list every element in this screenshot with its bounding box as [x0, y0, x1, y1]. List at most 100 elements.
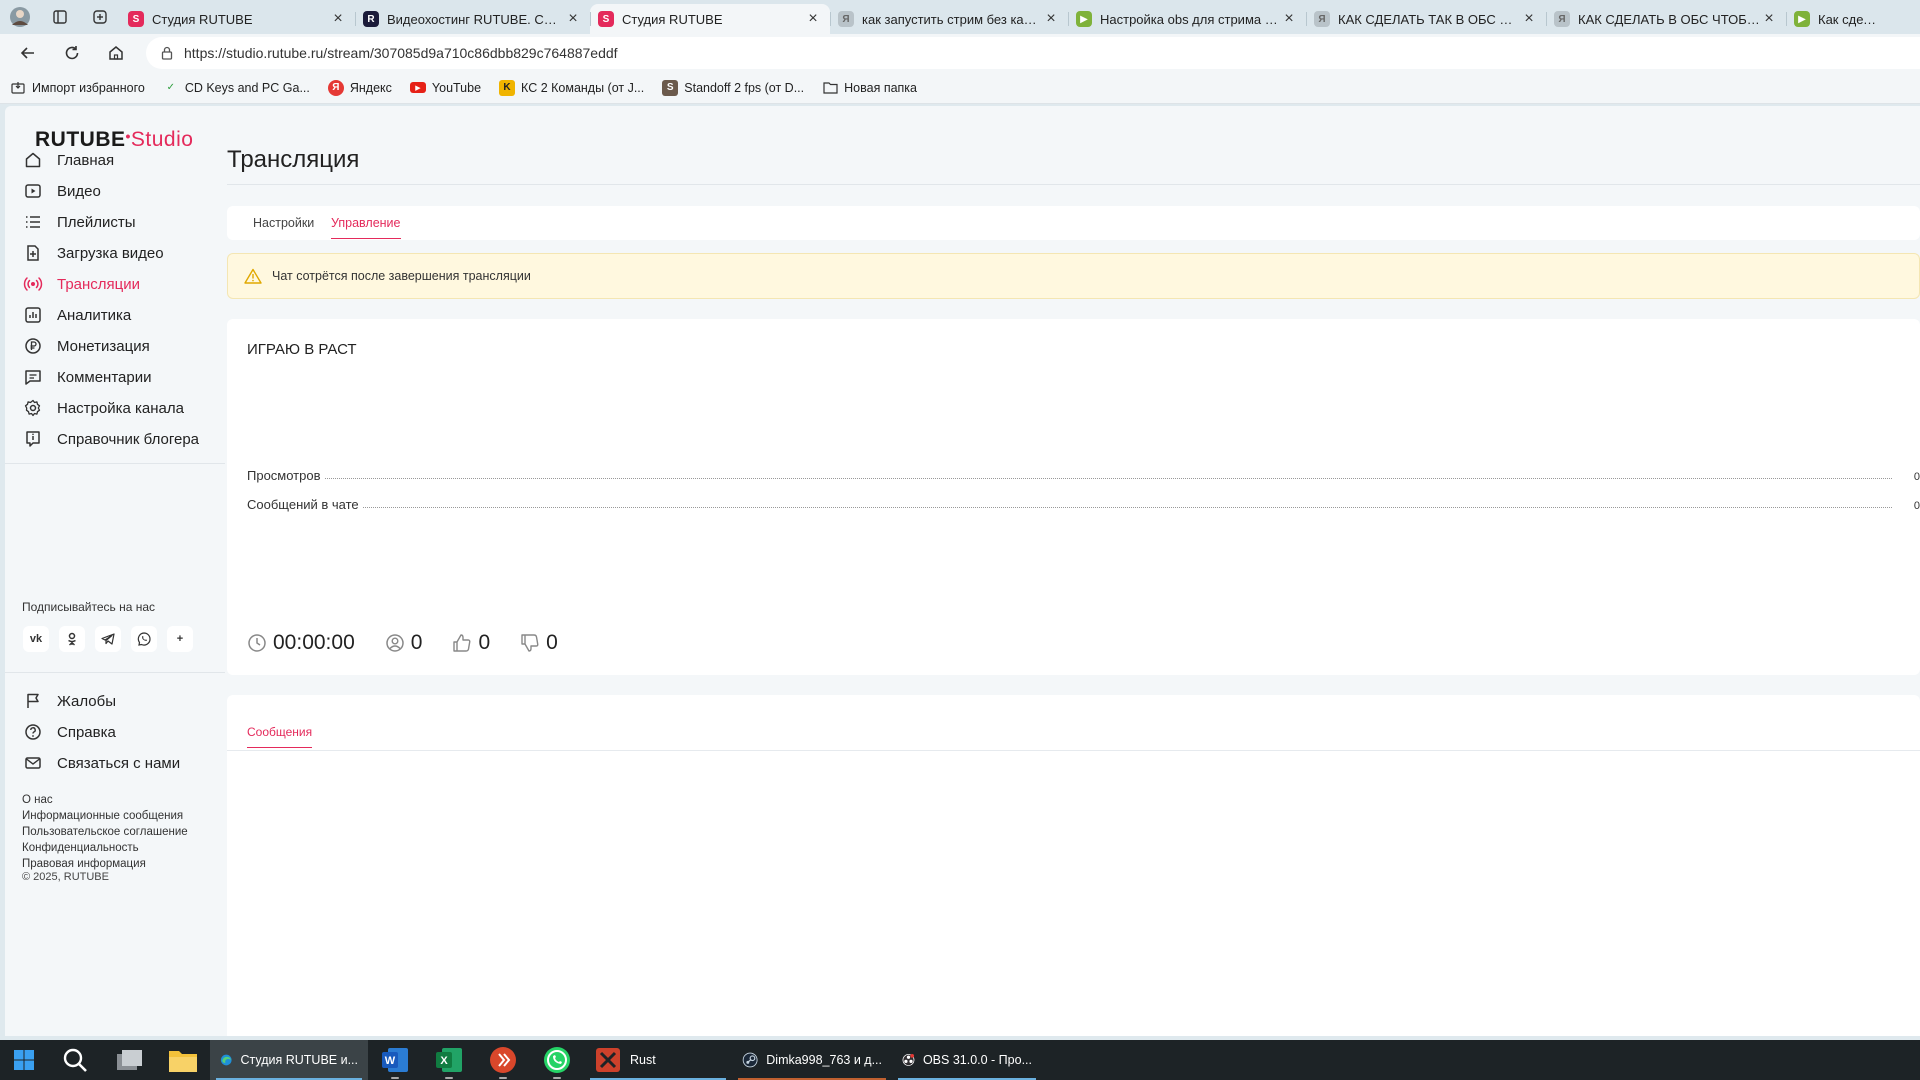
sidebar-item-playlists[interactable]: Плейлисты [23, 207, 136, 237]
whatsapp-button[interactable] [530, 1040, 584, 1080]
sidebar-item-contact[interactable]: Связаться с нами [23, 748, 180, 778]
viber-icon[interactable] [131, 626, 157, 652]
footer-link-about[interactable]: О нас [22, 792, 188, 808]
warning-icon [244, 268, 262, 284]
address-bar: https://studio.rutube.ru/stream/307085d9… [0, 34, 1920, 72]
start-button[interactable] [0, 1040, 48, 1080]
word-button[interactable]: W [368, 1040, 422, 1080]
search-icon [63, 1048, 87, 1072]
footer-link-legal[interactable]: Правовая информация [22, 856, 188, 872]
bookmark-yandex[interactable]: Я Яндекс [327, 79, 392, 96]
footer-links: О нас Информационные сообщения Пользоват… [22, 792, 188, 872]
thumbs-up-icon [452, 633, 472, 653]
word-icon: W [382, 1048, 408, 1072]
browser-tab-active[interactable]: S Студия RUTUBE × [590, 4, 830, 34]
sidebar-item-analytics[interactable]: Аналитика [23, 300, 131, 330]
vk-icon[interactable]: vk [23, 626, 49, 652]
reload-button[interactable] [50, 34, 94, 72]
footer-link-privacy[interactable]: Конфиденциальность [22, 840, 188, 856]
browser-tab[interactable]: R Видеохостинг RUTUBE. Смотрит × [355, 4, 590, 34]
sidebar-item-home[interactable]: Главная [23, 145, 114, 175]
studio-page: RUTUBE•Studio Главная Видео Плейлисты За… [5, 106, 1920, 1036]
excel-button[interactable]: X [422, 1040, 476, 1080]
sidebar-item-upload[interactable]: Загрузка видео [23, 238, 164, 268]
info-icon [23, 429, 43, 449]
stream-title: ИГРАЮ В РАСТ [247, 341, 357, 358]
comment-icon [23, 367, 43, 387]
taskbar-rust-window[interactable]: Rust [584, 1040, 732, 1080]
url-field[interactable]: https://studio.rutube.ru/stream/307085d9… [146, 37, 1920, 69]
yandex-favicon-icon: Я [1314, 11, 1330, 27]
stat-views: Просмотров 0 [247, 465, 1920, 483]
taskbar-obs-window[interactable]: OBS 31.0.0 - Про... [892, 1040, 1042, 1080]
browser-tab[interactable]: Я как запустить стрим без камеры × [830, 4, 1068, 34]
title-divider [227, 184, 1920, 185]
sidebar-item-channel-settings[interactable]: Настройка канала [23, 393, 184, 423]
browser-tab[interactable]: Я КАК СДЕЛАТЬ ТАК В ОБС ЧТОБ × [1306, 4, 1546, 34]
url-text[interactable]: https://studio.rutube.ru/stream/307085d9… [184, 45, 618, 61]
stream-info-card: ИГРАЮ В РАСТ Просмотров 0 Сообщений в ча… [227, 319, 1920, 675]
new-tab-group-icon[interactable] [80, 0, 120, 34]
close-tab-icon[interactable]: × [564, 10, 582, 28]
back-button[interactable] [6, 34, 50, 72]
close-tab-icon[interactable]: × [1042, 10, 1060, 28]
social-links: vk + [23, 626, 203, 652]
browser-tab[interactable]: S Студия RUTUBE × [120, 4, 355, 34]
sidebar-item-comments[interactable]: Комментарии [23, 362, 151, 392]
taskbar-steam-window[interactable]: Dimka998_763 и д... [732, 1040, 892, 1080]
bookmark-youtube[interactable]: ▶ YouTube [409, 81, 481, 95]
task-view-button[interactable] [102, 1040, 156, 1080]
sidebar-item-help[interactable]: Справка [23, 717, 116, 747]
bookmark-folder[interactable]: Новая папка [822, 80, 917, 96]
close-tab-icon[interactable]: × [1520, 10, 1538, 28]
list-icon [23, 212, 43, 232]
search-button[interactable] [48, 1040, 102, 1080]
browser-tab[interactable]: ▶ Настройка obs для стрима на ру × [1068, 4, 1306, 34]
close-tab-icon[interactable]: × [1760, 10, 1778, 28]
sidebar-item-streams[interactable]: Трансляции [23, 269, 140, 299]
close-tab-icon[interactable]: × [329, 10, 347, 28]
youtube-icon: ▶ [409, 82, 426, 93]
chat-warning-alert: Чат сотрётся после завершения трансляции [227, 253, 1920, 299]
stream-dislikes: 0 [520, 631, 558, 655]
mail-icon [23, 753, 43, 773]
tab-control[interactable]: Управление [331, 216, 401, 239]
ok-icon[interactable] [59, 626, 85, 652]
stream-timer: 00:00:00 [247, 631, 355, 655]
sidebar-item-complaints[interactable]: Жалобы [23, 686, 116, 716]
windows-taskbar: Студия RUTUBE и... W X Rust Dimka998_763… [0, 1040, 1920, 1080]
anydesk-button[interactable] [476, 1040, 530, 1080]
bookmark-standoff[interactable]: S Standoff 2 fps (от D... [662, 79, 804, 96]
tab-messages[interactable]: Сообщения [247, 725, 313, 748]
sidebar: RUTUBE•Studio Главная Видео Плейлисты За… [5, 106, 225, 1036]
tab-settings[interactable]: Настройки [253, 216, 314, 238]
stat-views-label: Просмотров [247, 468, 321, 483]
video-icon [23, 181, 43, 201]
bookmarks-bar: Импорт избранного ✓ CD Keys and PC Ga...… [0, 72, 1920, 104]
close-tab-icon[interactable]: × [804, 10, 822, 28]
obs-icon [902, 1053, 915, 1066]
sidebar-item-video[interactable]: Видео [23, 176, 101, 206]
bookmark-import[interactable]: Импорт избранного [10, 80, 145, 96]
sidebar-item-monetization[interactable]: Монетизация [23, 331, 150, 361]
telegram-icon[interactable] [95, 626, 121, 652]
tab-actions-icon[interactable] [40, 0, 80, 34]
footer-link-news[interactable]: Информационные сообщения [22, 808, 188, 824]
remote-app-icon [490, 1047, 516, 1073]
yandex-icon: Я [327, 79, 344, 96]
browser-tab[interactable]: Я КАК СДЕЛАТЬ В ОБС ЧТОБЫ НЕ × [1546, 4, 1786, 34]
bookmark-cs2[interactable]: K КС 2 Команды (от J... [499, 79, 644, 96]
footer-link-terms[interactable]: Пользовательское соглашение [22, 824, 188, 840]
home-button[interactable] [94, 34, 138, 72]
taskbar-edge-window[interactable]: Студия RUTUBE и... [210, 1040, 368, 1080]
main-content: Трансляция Настройки Управление Чат сотр… [227, 106, 1920, 1036]
cdkeys-icon: ✓ [166, 82, 175, 93]
browser-tab[interactable]: ▶ Как сделать ч [1786, 4, 1886, 34]
lock-icon[interactable] [160, 46, 174, 60]
bookmark-cdkeys[interactable]: ✓ CD Keys and PC Ga... [163, 80, 310, 96]
more-socials-icon[interactable]: + [167, 626, 193, 652]
profile-avatar[interactable] [0, 0, 40, 34]
sidebar-item-blogger-guide[interactable]: Справочник блогера [23, 424, 199, 454]
file-explorer-button[interactable] [156, 1040, 210, 1080]
close-tab-icon[interactable]: × [1280, 10, 1298, 28]
